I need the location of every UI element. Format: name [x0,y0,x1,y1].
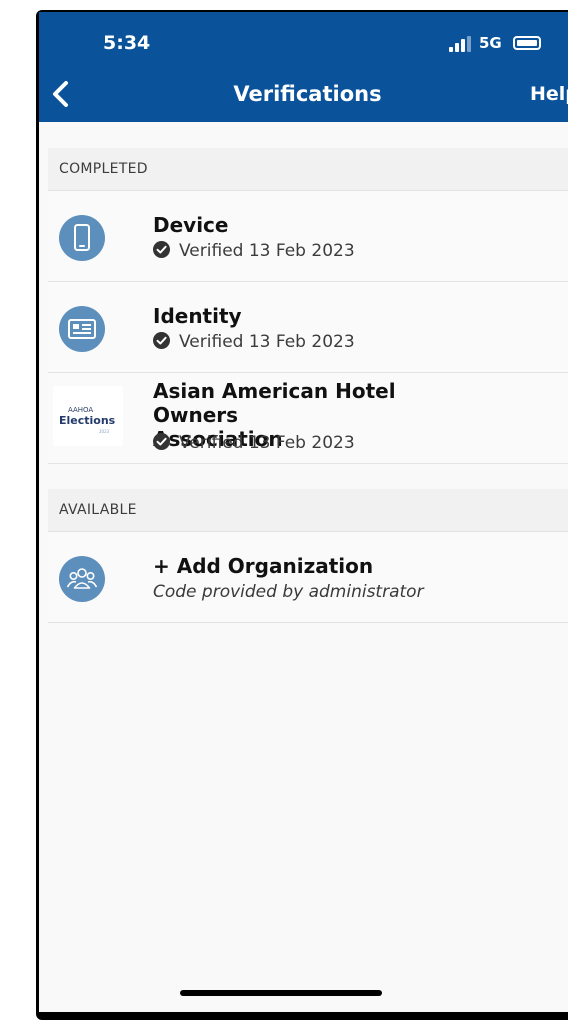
verified-status: Verified 13 Feb 2023 [153,241,355,261]
verified-text: Verified 13 Feb 2023 [179,241,355,261]
status-time: 5:34 [103,32,151,54]
phone-icon [59,215,105,261]
section-label: COMPLETED [59,161,148,177]
section-label: AVAILABLE [59,502,137,518]
signal-icon [449,36,473,52]
verification-item-organization[interactable]: AAHOA Elections 2023 Asian American Hote… [48,373,568,464]
verified-status: Verified 13 Feb 2023 [153,433,355,453]
add-organization-item[interactable]: + Add Organization Code provided by admi… [48,532,568,623]
check-circle-icon [153,241,170,258]
id-card-icon [59,306,105,352]
home-indicator[interactable] [180,990,382,996]
verified-text: Verified 13 Feb 2023 [179,332,355,352]
check-circle-icon [153,433,170,450]
verification-item-identity[interactable]: Identity Verified 13 Feb 2023 [48,282,568,373]
section-header-available: AVAILABLE [48,489,568,532]
network-label: 5G [479,34,502,52]
item-title: Device [153,213,229,237]
item-title: + Add Organization [153,554,374,578]
logo-org-text: AAHOA [68,406,94,414]
logo-main-text: Elections [59,414,116,427]
item-title: Identity [153,304,242,328]
section-header-completed: COMPLETED [48,148,568,191]
item-subtitle: Code provided by administrator [153,582,424,602]
battery-icon [513,36,541,50]
verified-text: Verified 13 Feb 2023 [179,433,355,453]
help-button[interactable]: Help [530,83,568,105]
page-title: Verifications [233,82,382,106]
app-screen: 5:34 5G Verifications Help COMPLETED [39,12,568,1012]
logo-year-text: 2023 [99,429,110,434]
organization-logo: AAHOA Elections 2023 [53,386,123,446]
verified-status: Verified 13 Feb 2023 [153,332,355,352]
navigation-header: 5:34 5G Verifications Help [39,12,568,122]
group-icon [59,556,105,602]
item-title-line1: Asian American Hotel Owners [153,379,396,427]
check-circle-icon [153,332,170,349]
verification-item-device[interactable]: Device Verified 13 Feb 2023 [48,191,568,282]
